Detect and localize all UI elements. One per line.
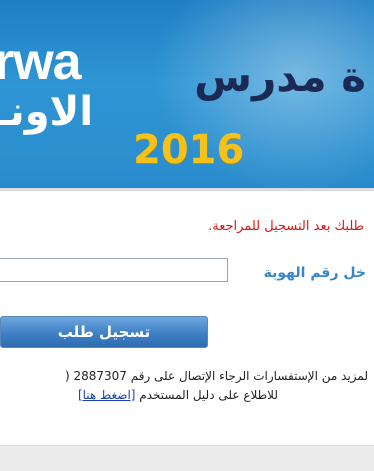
user-guide-text: للاطلاع على دليل المستخدم	[139, 388, 278, 402]
footer-bar	[0, 445, 374, 471]
registration-panel: طلبك بعد التسجيل للمراجعة. خل رقم الهوية…	[0, 191, 374, 421]
footer-spacer	[0, 421, 374, 445]
id-number-label: خل رقم الهوية	[263, 265, 366, 281]
logo-latin-text: rwa	[0, 33, 82, 91]
contact-info-text: لمزيد من الإستفسارات الرجاء الإتصال على …	[64, 369, 368, 383]
review-notice: طلبك بعد التسجيل للمراجعة.	[208, 219, 364, 234]
id-number-input[interactable]	[0, 258, 228, 282]
register-request-button[interactable]: تسجيل طلب	[0, 316, 208, 348]
header-banner: rwa الاونـ ة مدرس 2016	[0, 0, 374, 188]
user-guide-link[interactable]: [اضغط هنا]	[78, 388, 136, 402]
user-guide-line: للاطلاع على دليل المستخدم [اضغط هنا]	[78, 388, 278, 402]
banner-year: 2016	[133, 127, 245, 173]
banner-title: ة مدرس	[194, 52, 366, 101]
logo-arabic-text: الاونـ	[0, 89, 94, 135]
